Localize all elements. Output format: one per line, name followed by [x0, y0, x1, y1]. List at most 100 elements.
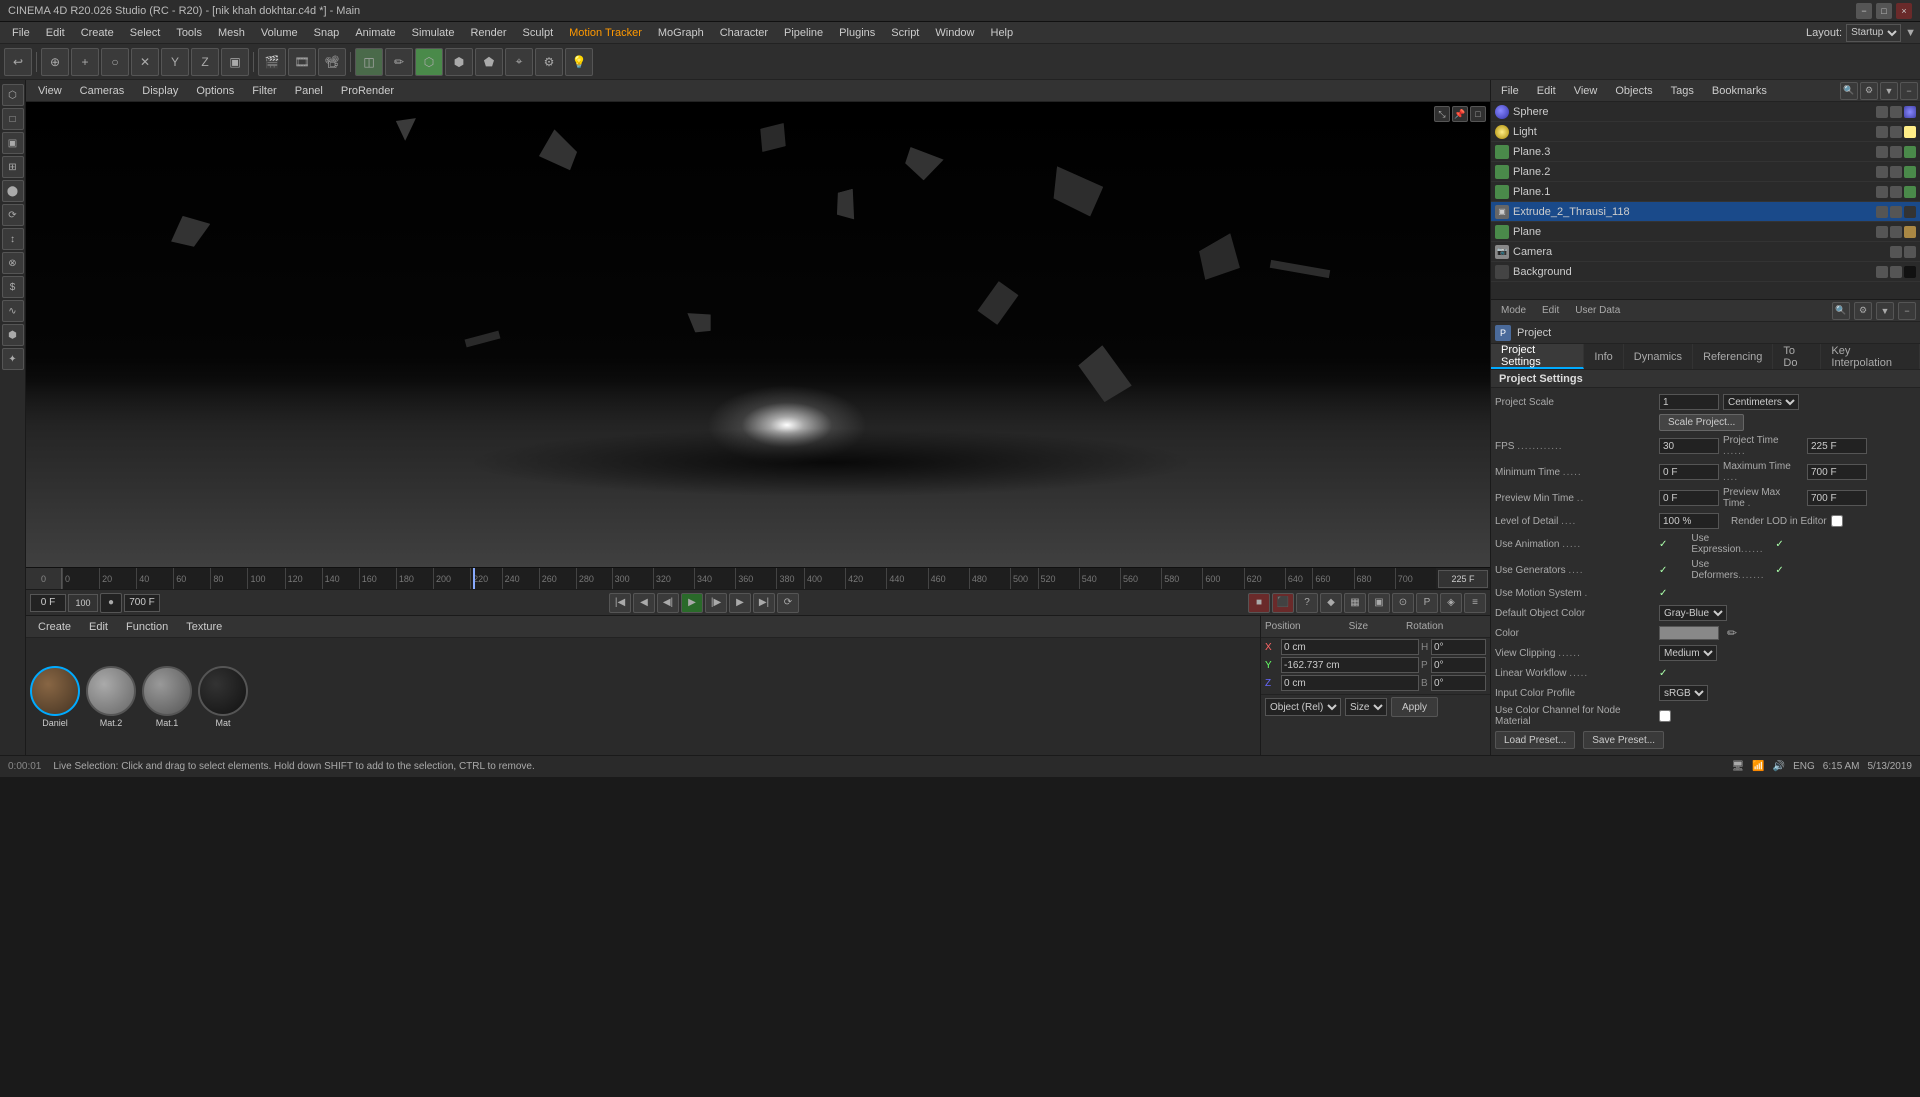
z-pos-input[interactable]	[1281, 675, 1419, 691]
extrude-eye-icon[interactable]	[1876, 206, 1888, 218]
obj-row-camera[interactable]: 📷 Camera	[1491, 242, 1920, 262]
timeline-ruler[interactable]: 0 20 40 60 80 100 120 140 160 180 200 22…	[62, 568, 1436, 589]
sidebar-btn-2[interactable]: □	[2, 108, 24, 130]
menu-create[interactable]: Create	[73, 25, 122, 41]
vtab-prorender[interactable]: ProRender	[333, 83, 402, 99]
viewport-canvas[interactable]: ⤡ 📌 □	[26, 102, 1490, 567]
playback-more[interactable]: ≡	[1464, 593, 1486, 613]
menu-window[interactable]: Window	[927, 25, 982, 41]
plane-lock-icon[interactable]	[1890, 226, 1902, 238]
tool-cube[interactable]: ▣	[221, 48, 249, 76]
menu-snap[interactable]: Snap	[306, 25, 348, 41]
ptab-todo[interactable]: To Do	[1773, 344, 1821, 369]
sidebar-btn-6[interactable]: ⟳	[2, 204, 24, 226]
material-item-mat[interactable]: Mat	[198, 666, 248, 728]
viewport-corner-btn-1[interactable]: ⤡	[1434, 106, 1450, 122]
material-item-mat2[interactable]: Mat.2	[86, 666, 136, 728]
vtab-cameras[interactable]: Cameras	[72, 83, 133, 99]
mat-tab-function[interactable]: Function	[118, 619, 176, 635]
background-lock-icon[interactable]	[1890, 266, 1902, 278]
vtab-filter[interactable]: Filter	[244, 83, 284, 99]
plane2-eye-icon[interactable]	[1876, 166, 1888, 178]
current-frame-input[interactable]	[30, 594, 66, 612]
project-scale-unit-select[interactable]: Centimeters	[1723, 394, 1799, 410]
plane1-lock-icon[interactable]	[1890, 186, 1902, 198]
menu-select[interactable]: Select	[122, 25, 169, 41]
b-rot-input[interactable]	[1431, 675, 1486, 691]
playback-loop[interactable]: ⟳	[777, 593, 799, 613]
obj-row-extrude[interactable]: ▣ Extrude_2_Thrausi_118	[1491, 202, 1920, 222]
sidebar-btn-8[interactable]: ⊗	[2, 252, 24, 274]
menu-animate[interactable]: Animate	[347, 25, 403, 41]
save-preset-button[interactable]: Save Preset...	[1583, 731, 1664, 749]
menu-sculpt[interactable]: Sculpt	[515, 25, 562, 41]
obj-row-plane1[interactable]: Plane.1	[1491, 182, 1920, 202]
vtab-display[interactable]: Display	[134, 83, 186, 99]
menu-plugins[interactable]: Plugins	[831, 25, 883, 41]
edit-btn[interactable]: Edit	[1536, 303, 1565, 318]
obj-collapse-icon[interactable]: −	[1900, 82, 1918, 100]
playback-stop[interactable]: ■	[1248, 593, 1270, 613]
menu-script[interactable]: Script	[883, 25, 927, 41]
light-eye-icon[interactable]	[1876, 126, 1888, 138]
menu-edit[interactable]: Edit	[38, 25, 73, 41]
sidebar-btn-5[interactable]: ⬤	[2, 180, 24, 202]
coord-system-select[interactable]: Object (Rel)	[1265, 698, 1341, 716]
obj-tab-objects[interactable]: Objects	[1607, 83, 1660, 99]
obj-row-plane3[interactable]: Plane.3	[1491, 142, 1920, 162]
obj-row-plane[interactable]: Plane	[1491, 222, 1920, 242]
timeline[interactable]: 0 0 20 40 60 80 100 120 140 160 180 200 …	[26, 567, 1490, 589]
load-preset-button[interactable]: Load Preset...	[1495, 731, 1575, 749]
tool-3d-4[interactable]: ⬢	[445, 48, 473, 76]
preview-min-input[interactable]	[1659, 490, 1719, 506]
vtab-panel[interactable]: Panel	[287, 83, 331, 99]
viewport-corner-btn-2[interactable]: 📌	[1452, 106, 1468, 122]
plane-eye-icon[interactable]	[1876, 226, 1888, 238]
tool-film3[interactable]: 📽	[318, 48, 346, 76]
color-edit-icon[interactable]: ✏	[1727, 626, 1737, 640]
tool-circle[interactable]: ○	[101, 48, 129, 76]
ptab-dynamics[interactable]: Dynamics	[1624, 344, 1693, 369]
plane2-lock-icon[interactable]	[1890, 166, 1902, 178]
obj-tab-file[interactable]: File	[1493, 83, 1527, 99]
mode-btn[interactable]: Mode	[1495, 303, 1532, 318]
props-search-icon[interactable]: 🔍	[1832, 302, 1850, 320]
obj-lock-icon[interactable]	[1890, 106, 1902, 118]
obj-row-background[interactable]: Background	[1491, 262, 1920, 282]
obj-tab-edit[interactable]: Edit	[1529, 83, 1564, 99]
material-item-mat1[interactable]: Mat.1	[142, 666, 192, 728]
layout-select[interactable]: Startup	[1846, 24, 1901, 42]
menu-character[interactable]: Character	[712, 25, 776, 41]
obj-row-sphere[interactable]: Sphere	[1491, 102, 1920, 122]
render-lod-checkbox[interactable]	[1831, 515, 1843, 527]
obj-eye-icon[interactable]	[1876, 106, 1888, 118]
material-item-daniel[interactable]: Daniel	[30, 666, 80, 728]
project-time-input[interactable]	[1807, 438, 1867, 454]
obj-tab-bookmarks[interactable]: Bookmarks	[1704, 83, 1775, 99]
tool-3d-2[interactable]: ✏	[385, 48, 413, 76]
menu-render[interactable]: Render	[462, 25, 514, 41]
maximize-button[interactable]: □	[1876, 3, 1892, 19]
tool-3d-5[interactable]: ⬟	[475, 48, 503, 76]
obj-more-icon[interactable]: ▼	[1880, 82, 1898, 100]
playback-stop2[interactable]: ⬛	[1272, 593, 1294, 613]
tool-film[interactable]: 🎬	[258, 48, 286, 76]
scale-project-button[interactable]: Scale Project...	[1659, 414, 1744, 431]
menu-pipeline[interactable]: Pipeline	[776, 25, 831, 41]
sidebar-btn-9[interactable]: $	[2, 276, 24, 298]
playback-record[interactable]: ●	[100, 593, 122, 613]
fps-input[interactable]	[1659, 438, 1719, 454]
viewport-corner-btn-3[interactable]: □	[1470, 106, 1486, 122]
size-mode-select[interactable]: Size	[1345, 698, 1387, 716]
tool-z[interactable]: Z	[191, 48, 219, 76]
ptab-project-settings[interactable]: Project Settings	[1491, 344, 1584, 369]
mat-tab-create[interactable]: Create	[30, 619, 79, 635]
end-frame-input[interactable]	[124, 594, 160, 612]
playback-go-start[interactable]: |◀	[609, 593, 631, 613]
sidebar-btn-4[interactable]: ⊞	[2, 156, 24, 178]
playback-settings[interactable]: ▦	[1344, 593, 1366, 613]
playback-go-end[interactable]: ▶|	[753, 593, 775, 613]
vtab-options[interactable]: Options	[188, 83, 242, 99]
playback-question[interactable]: ?	[1296, 593, 1318, 613]
props-settings-icon[interactable]: ⚙	[1854, 302, 1872, 320]
